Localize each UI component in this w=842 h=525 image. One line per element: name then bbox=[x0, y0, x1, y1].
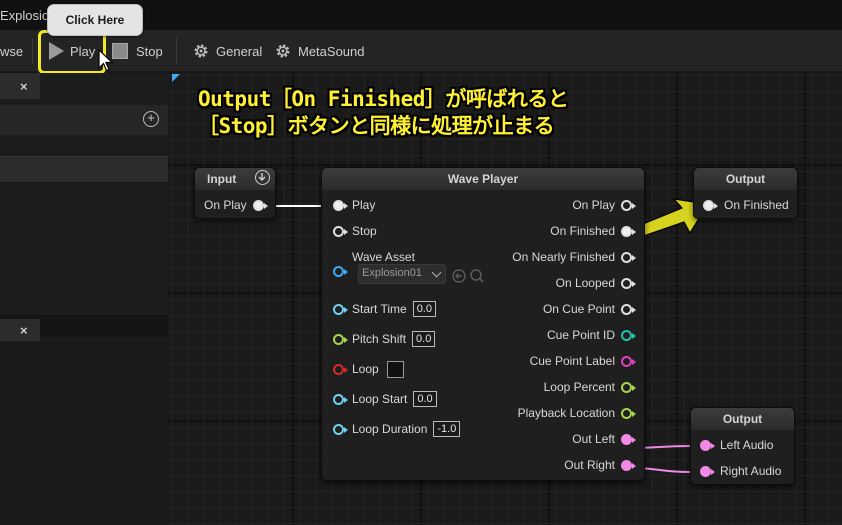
pin-on-cue-point-output[interactable]: On Cue Point bbox=[542, 299, 636, 319]
pin-label: Playback Location bbox=[517, 406, 615, 420]
pin-cue-point-id-output[interactable]: Cue Point ID bbox=[546, 325, 636, 345]
exec-pin-icon[interactable] bbox=[333, 225, 348, 237]
arrow-left-circle-icon[interactable] bbox=[452, 269, 466, 283]
pin-stop-input[interactable]: Stop bbox=[333, 221, 377, 241]
pin-on-play-output[interactable]: On Play bbox=[204, 195, 268, 215]
float-pin-icon[interactable] bbox=[621, 381, 636, 393]
audio-pin-icon[interactable] bbox=[700, 465, 715, 477]
pin-loop-percent-output[interactable]: Loop Percent bbox=[543, 377, 636, 397]
pin-label: Play bbox=[352, 198, 376, 212]
pin-label: On Nearly Finished bbox=[512, 250, 615, 264]
pin-label: Left Audio bbox=[720, 438, 774, 452]
node-title: Output bbox=[694, 168, 797, 190]
annotation-line-2: ［Stop］ボタンと同様に処理が止まる bbox=[198, 114, 555, 138]
chevron-down-icon bbox=[431, 267, 442, 278]
pin-loop-start-input[interactable]: Loop Start 0.0 bbox=[333, 389, 437, 409]
pin-label: Loop Duration bbox=[352, 422, 428, 436]
float-pin-icon[interactable] bbox=[333, 423, 348, 435]
wave-asset-dropdown[interactable]: Explosion01 bbox=[358, 264, 446, 284]
start-time-field[interactable]: 0.0 bbox=[412, 301, 436, 317]
pitch-shift-field[interactable]: 0.0 bbox=[412, 331, 436, 347]
exec-pin-icon[interactable] bbox=[621, 303, 636, 315]
pin-label: Loop Start bbox=[352, 392, 408, 406]
float-pin-icon[interactable] bbox=[621, 407, 636, 419]
pin-label: Pitch Shift bbox=[352, 332, 407, 346]
pin-label: Loop bbox=[352, 362, 379, 376]
pin-right-audio-input[interactable]: Right Audio bbox=[700, 461, 781, 481]
pin-label: On Play bbox=[572, 198, 615, 212]
pin-cue-point-label-output[interactable]: Cue Point Label bbox=[529, 351, 636, 371]
pin-label: On Looped bbox=[555, 276, 615, 290]
exec-pin-icon[interactable] bbox=[333, 199, 348, 211]
node-title: Output bbox=[691, 408, 794, 430]
int-pin-icon[interactable] bbox=[621, 329, 636, 341]
asset-value: Explosion01 bbox=[362, 267, 422, 279]
pin-label: Stop bbox=[352, 224, 377, 238]
pin-label: On Finished bbox=[724, 198, 789, 212]
pin-play-input[interactable]: Play bbox=[333, 195, 375, 215]
pin-label: Loop Percent bbox=[543, 380, 615, 394]
float-pin-icon[interactable] bbox=[333, 303, 348, 315]
search-icon[interactable] bbox=[470, 269, 484, 283]
pin-label: Right Audio bbox=[720, 464, 782, 478]
mouse-cursor-icon bbox=[98, 49, 114, 72]
pin-on-nearly-finished-output[interactable]: On Nearly Finished bbox=[512, 247, 636, 267]
exec-pin-icon[interactable] bbox=[252, 199, 268, 211]
exec-pin-icon[interactable] bbox=[621, 251, 636, 263]
pin-label: Start Time bbox=[352, 302, 407, 316]
pin-out-left-output[interactable]: Out Left bbox=[572, 429, 636, 449]
pin-label: Wave Asset bbox=[352, 250, 415, 264]
pin-start-time-input[interactable]: Start Time 0.0 bbox=[333, 299, 436, 319]
pin-label: Out Left bbox=[572, 432, 615, 446]
pin-on-finished-input[interactable]: On Finished bbox=[703, 195, 789, 215]
float-pin-icon[interactable] bbox=[333, 393, 348, 405]
exec-pin-icon[interactable] bbox=[703, 199, 718, 211]
node-title: Wave Player bbox=[322, 168, 644, 190]
audio-pin-icon[interactable] bbox=[621, 459, 636, 471]
loop-duration-field[interactable]: -1.0 bbox=[433, 421, 461, 437]
loop-checkbox[interactable] bbox=[386, 360, 404, 378]
asset-actions bbox=[452, 269, 484, 283]
audio-pin-icon[interactable] bbox=[621, 433, 636, 445]
pin-loop-duration-input[interactable]: Loop Duration -1.0 bbox=[333, 419, 461, 439]
metasound-editor: Explosio wse Play Stop General MetaSound… bbox=[0, 0, 842, 525]
loop-start-field[interactable]: 0.0 bbox=[413, 391, 437, 407]
string-pin-icon[interactable] bbox=[621, 355, 636, 367]
pin-left-audio-input[interactable]: Left Audio bbox=[700, 435, 773, 455]
float-pin-icon[interactable] bbox=[333, 333, 348, 345]
annotation-line-1: Output［On Finished］が呼ばれると bbox=[198, 87, 569, 111]
pin-wave-asset-input[interactable] bbox=[333, 261, 348, 281]
pin-label: Cue Point ID bbox=[546, 328, 615, 342]
arrow-down-circle-icon[interactable] bbox=[255, 170, 270, 185]
annotation-text: Output［On Finished］が呼ばれると ［Stop］ボタンと同様に処… bbox=[198, 86, 569, 140]
audio-pin-icon[interactable] bbox=[700, 439, 715, 451]
pin-on-play-output[interactable]: On Play bbox=[572, 195, 636, 215]
pin-loop-input[interactable]: Loop bbox=[333, 359, 404, 379]
pin-label: On Finished bbox=[550, 224, 615, 238]
pin-on-finished-output[interactable]: On Finished bbox=[550, 221, 636, 241]
exec-pin-icon[interactable] bbox=[621, 225, 636, 237]
pin-label: On Play bbox=[204, 198, 247, 212]
pin-label: On Cue Point bbox=[542, 302, 615, 316]
pin-out-right-output[interactable]: Out Right bbox=[564, 455, 636, 475]
exec-pin-icon[interactable] bbox=[621, 277, 636, 289]
object-pin-icon[interactable] bbox=[333, 265, 348, 277]
pin-pitch-shift-input[interactable]: Pitch Shift 0.0 bbox=[333, 329, 436, 349]
pin-playback-location-output[interactable]: Playback Location bbox=[517, 403, 636, 423]
tooltip: Click Here bbox=[47, 4, 143, 36]
bool-pin-icon[interactable] bbox=[333, 363, 348, 375]
pin-label: Cue Point Label bbox=[529, 354, 615, 368]
exec-pin-icon[interactable] bbox=[621, 199, 636, 211]
pin-on-looped-output[interactable]: On Looped bbox=[555, 273, 636, 293]
pin-label: Out Right bbox=[564, 458, 615, 472]
